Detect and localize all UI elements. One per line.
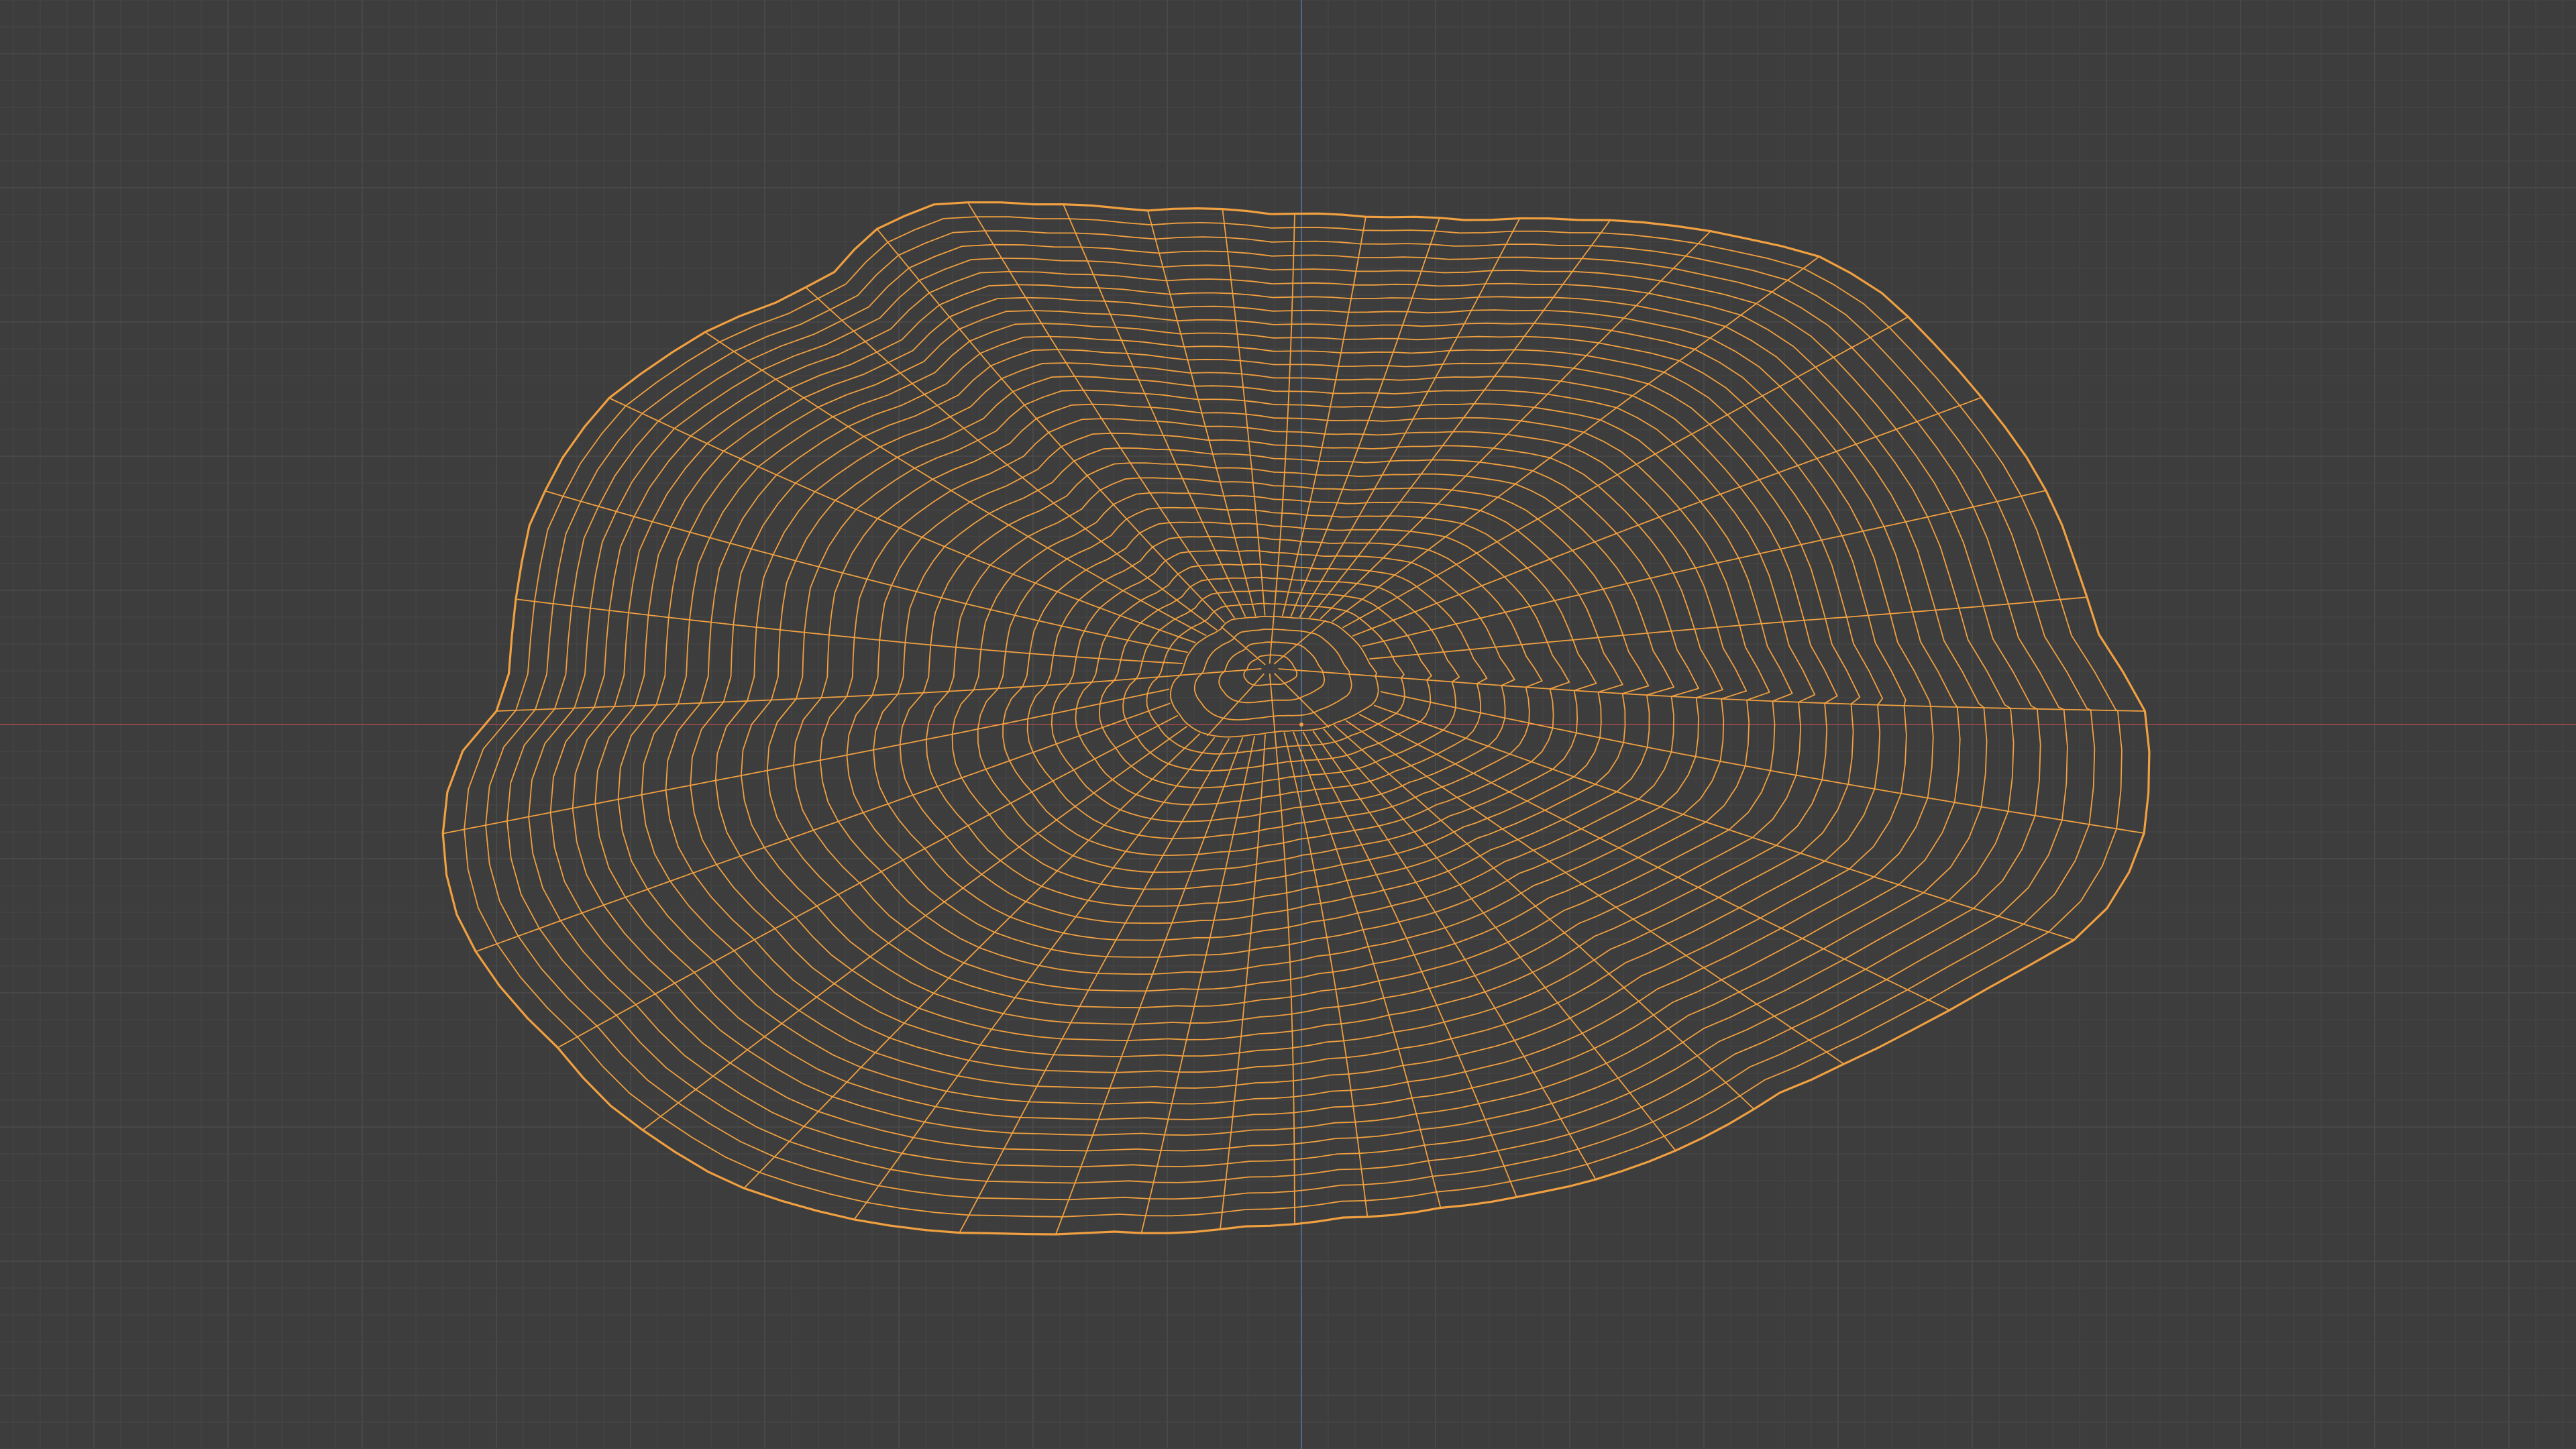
mesh-edge-ring <box>1320 230 1711 620</box>
rock-wireframe-mesh[interactable] <box>441 201 2151 1236</box>
mesh-edge-loop <box>594 297 1961 1120</box>
mesh-edge-ring <box>967 202 1235 619</box>
mesh-edge-loop <box>549 270 2015 1152</box>
mesh-edge-loop <box>951 492 1623 890</box>
mesh-edge-ring <box>1273 213 1295 616</box>
mesh-edge-ring <box>1140 735 1256 1234</box>
object-origin-icon <box>1299 722 1303 727</box>
mesh-edge-ring <box>545 490 1188 653</box>
mesh-edge-ring <box>1222 209 1266 616</box>
mesh-edge-ring <box>1055 737 1244 1235</box>
mesh-edge-ring <box>959 738 1230 1234</box>
mesh-edge-ring <box>1345 720 1845 1065</box>
mesh-edge-loop <box>1002 521 1570 856</box>
mesh-edge-loop <box>846 432 1723 958</box>
3d-viewport[interactable] <box>0 0 2576 1449</box>
mesh-outline <box>441 201 2151 1236</box>
mesh-edge-loop <box>977 506 1597 873</box>
mesh-edge-loop <box>572 284 1988 1136</box>
mesh-edge-loop <box>641 323 1907 1089</box>
mesh-pole-edge <box>1206 673 1265 737</box>
mesh-pole-edge <box>1269 615 1275 664</box>
mesh-edge-ring <box>1369 596 2088 660</box>
mesh-edge-ring <box>642 725 1188 1131</box>
mesh-edge-loop <box>506 244 2068 1184</box>
mesh-edge-ring <box>1373 704 2074 941</box>
mesh-edge-ring <box>743 733 1201 1189</box>
mesh-edge-ring <box>1220 734 1266 1230</box>
mesh-edge-ring <box>443 688 1170 835</box>
mesh-edge-ring <box>515 598 1183 664</box>
mesh-edge-loop <box>1098 576 1460 789</box>
mesh-pole-edge <box>1178 668 1262 676</box>
mesh-edge-ring <box>608 397 1196 644</box>
mesh-pole-edge <box>1278 668 1378 677</box>
mesh-edge-ring <box>1352 396 1982 637</box>
mesh-edge-loop <box>1122 590 1432 772</box>
mesh-edge-ring <box>1377 676 2145 712</box>
mesh-edge-loop <box>665 335 1884 1073</box>
mesh-edge-loop <box>1026 535 1543 839</box>
viewport-canvas[interactable] <box>0 0 2576 1449</box>
mesh-edge-ring <box>853 737 1216 1220</box>
